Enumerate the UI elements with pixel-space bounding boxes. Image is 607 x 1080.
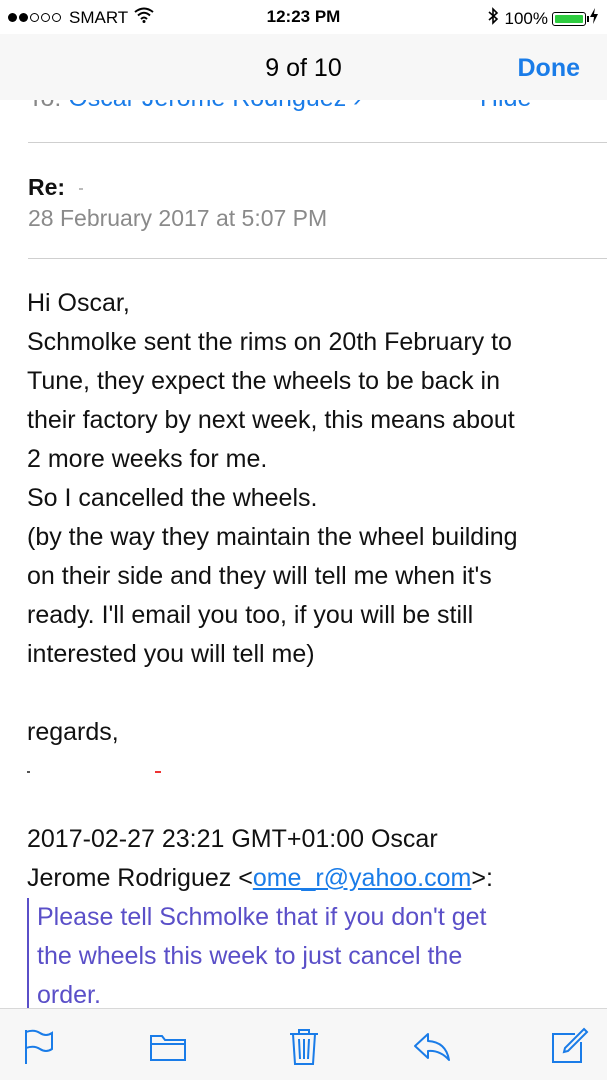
subject-prefix: Re:	[28, 174, 66, 200]
body-line: ready. I'll email you too, if you will b…	[27, 601, 474, 629]
hide-details-link[interactable]: Hide	[480, 100, 531, 113]
reply-icon[interactable]	[412, 1026, 452, 1066]
redacted-signature	[27, 752, 592, 791]
quote-attribution-line2: Jerome Rodriguez <ome_r@yahoo.com>:	[27, 864, 493, 892]
recipient-name[interactable]: Oscar Jerome Rodriguez	[68, 100, 346, 112]
body-line: on their side and they will tell me when…	[27, 562, 492, 590]
folder-icon[interactable]	[148, 1026, 188, 1066]
to-label: To:	[28, 100, 61, 112]
body-line: Hi Oscar,	[27, 289, 130, 317]
compose-icon[interactable]	[549, 1026, 589, 1066]
body-line: interested you will tell me)	[27, 640, 315, 668]
redacted-subject	[79, 187, 84, 190]
quoted-text: Please tell Schmolke that if you don't g…	[27, 898, 587, 1009]
chevron-right-icon: ›	[353, 100, 361, 112]
body-line: (by the way they maintain the wheel buil…	[27, 523, 518, 551]
body-line: So I cancelled the wheels.	[27, 484, 318, 512]
quoted-line: Please tell Schmolke that if you don't g…	[37, 903, 487, 931]
flag-icon[interactable]	[18, 1026, 58, 1066]
battery-fill	[555, 14, 583, 23]
done-button[interactable]: Done	[518, 54, 581, 83]
subject: Re:	[28, 174, 84, 201]
sender-email-link[interactable]: ome_r@yahoo.com	[253, 864, 472, 892]
quote-attribution: 2017-02-27 23:21 GMT+01:00 Oscar Jerome …	[27, 820, 493, 898]
body-line: Tune, they expect the wheels to be back …	[27, 367, 500, 395]
body-line: Schmolke sent the rims on 20th February …	[27, 328, 512, 356]
battery-area: 100%	[487, 7, 599, 30]
recipient-line: To: Oscar Jerome Rodriguez › Hide	[28, 100, 588, 114]
battery-icon	[552, 11, 586, 26]
message-position-title: 9 of 10	[265, 54, 342, 82]
message-body: Hi Oscar, Schmolke sent the rims on 20th…	[27, 284, 592, 791]
bluetooth-icon	[487, 7, 499, 30]
body-line: their factory by next week, this means a…	[27, 406, 515, 434]
body-line: regards,	[27, 718, 119, 746]
body-line: 2 more weeks for me.	[27, 445, 268, 473]
nav-bar: 9 of 10 Done	[0, 34, 607, 100]
subject-divider	[28, 258, 607, 259]
charging-icon	[589, 8, 599, 29]
quoted-line: the wheels this week to just cancel the	[37, 942, 463, 970]
body-line-blank	[27, 674, 592, 713]
trash-icon[interactable]	[284, 1026, 324, 1066]
quote-attribution-line1: 2017-02-27 23:21 GMT+01:00 Oscar	[27, 825, 438, 853]
battery-percent: 100%	[504, 8, 548, 28]
message-date: 28 February 2017 at 5:07 PM	[28, 205, 328, 231]
header-divider	[28, 142, 607, 143]
bottom-toolbar	[0, 1008, 607, 1080]
status-bar: SMART 12:23 PM 100%	[0, 0, 607, 34]
